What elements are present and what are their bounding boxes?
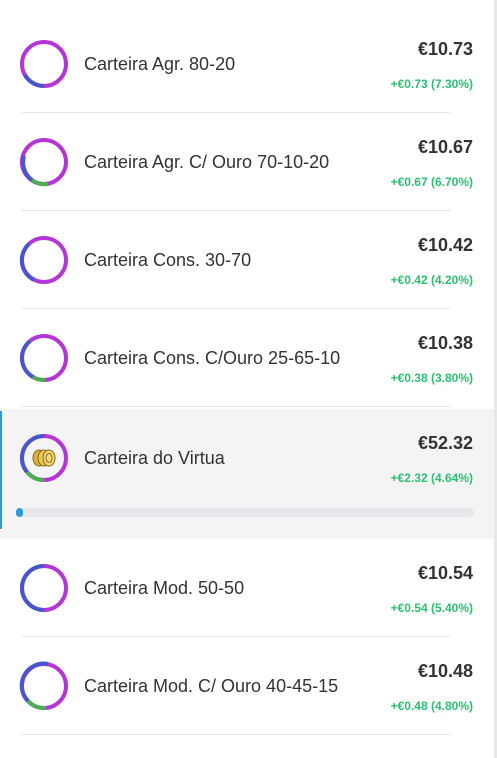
portfolio-value: €10.48 xyxy=(417,661,473,681)
portfolio-item[interactable]: Carteira Mod. 50-50 €10.54 +€0.54 (5.40%… xyxy=(0,539,497,637)
portfolio-name: Carteira Agr. C/ Ouro 70-10-20 xyxy=(84,151,330,172)
progress-fill xyxy=(16,508,23,517)
portfolio-value: €10.73 xyxy=(417,39,473,59)
portfolio-item-selected[interactable]: Carteira do Virtua €52.32 +€2.32 (4.64%) xyxy=(0,409,497,539)
portfolio-value: €52.32 xyxy=(417,433,473,453)
portfolio-value: €10.42 xyxy=(417,235,473,255)
portfolio-value: €10.54 xyxy=(417,563,473,583)
portfolio-item[interactable]: Carteira Agr. 80-20 €10.73 +€0.73 (7.30%… xyxy=(0,15,497,113)
portfolio-item[interactable]: Carteira Agr. C/ Ouro 70-10-20 €10.67 +€… xyxy=(0,113,497,211)
portfolio-change: +€0.73 (7.30%) xyxy=(390,77,473,91)
portfolio-change: +€0.42 (4.20%) xyxy=(390,273,473,287)
portfolio-item[interactable]: Carteira Cons. 30-70 €10.42 +€0.42 (4.20… xyxy=(0,211,497,309)
allocation-donut-icon xyxy=(18,332,70,384)
portfolio-value: €10.67 xyxy=(417,137,473,157)
portfolio-value: €10.38 xyxy=(417,333,473,353)
portfolio-change: +€0.48 (4.80%) xyxy=(390,699,473,713)
portfolio-change: +€2.32 (4.64%) xyxy=(390,471,473,485)
portfolio-item[interactable]: Carteira Mod. C/ Ouro 40-45-15 €10.48 +€… xyxy=(0,637,497,735)
allocation-donut-icon xyxy=(18,234,70,286)
progress-bar xyxy=(16,508,474,517)
divider xyxy=(22,406,450,407)
portfolio-name: Carteira Agr. 80-20 xyxy=(84,53,236,74)
allocation-donut-icon xyxy=(18,136,70,188)
divider xyxy=(22,734,450,735)
portfolio-name: Carteira Cons. C/Ouro 25-65-10 xyxy=(84,347,341,368)
allocation-donut-icon xyxy=(18,562,70,614)
portfolio-change: +€0.38 (3.80%) xyxy=(390,371,473,385)
portfolio-name: Carteira do Virtua xyxy=(84,447,225,468)
portfolio-name: Carteira Mod. C/ Ouro 40-45-15 xyxy=(84,675,339,696)
portfolio-name: Carteira Cons. 30-70 xyxy=(84,249,252,270)
portfolio-change: +€0.54 (5.40%) xyxy=(390,601,473,615)
allocation-donut-icon xyxy=(18,660,70,712)
portfolio-name: Carteira Mod. 50-50 xyxy=(84,577,245,598)
portfolio-change: +€0.67 (6.70%) xyxy=(390,175,473,189)
gold-coins-icon xyxy=(31,447,57,469)
selection-indicator xyxy=(0,411,2,529)
allocation-donut-icon xyxy=(18,38,70,90)
portfolio-item[interactable]: Carteira Cons. C/Ouro 25-65-10 €10.38 +€… xyxy=(0,309,497,407)
